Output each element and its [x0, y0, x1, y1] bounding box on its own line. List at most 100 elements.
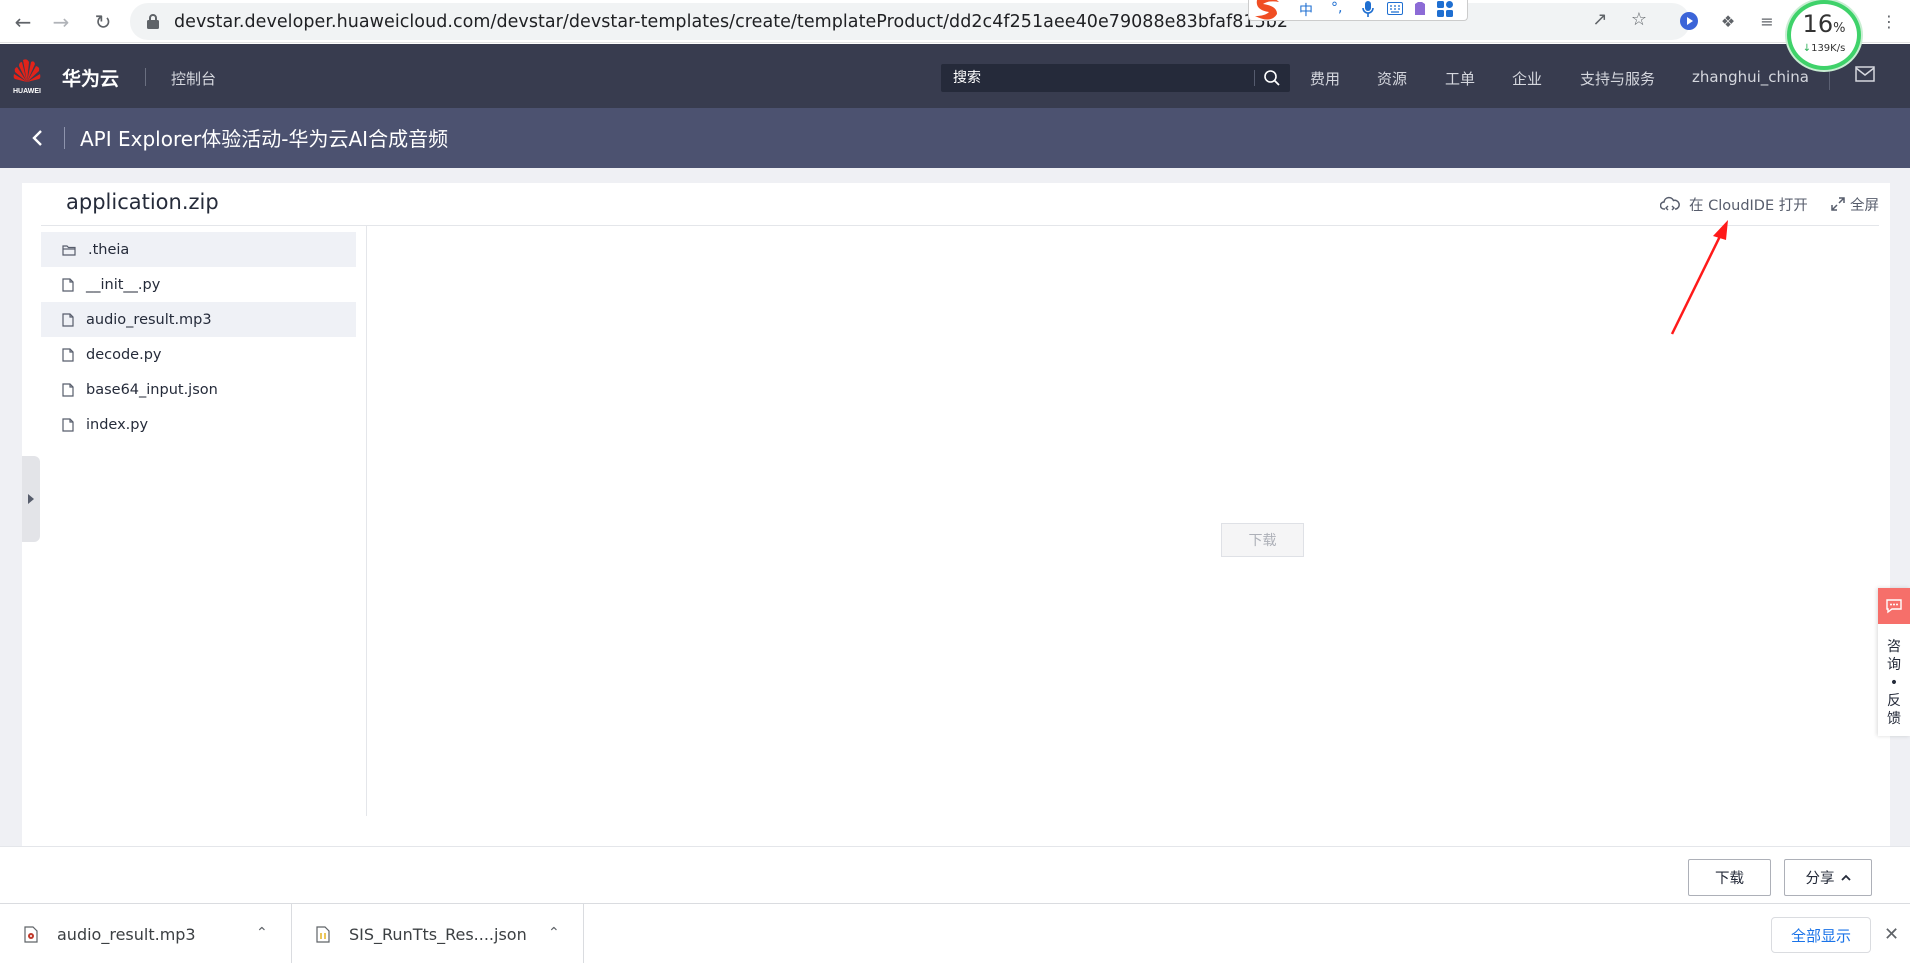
feedback-label[interactable]: 咨 询 • 反 馈: [1878, 638, 1910, 728]
json-file-icon: [316, 926, 330, 943]
file-icon: [62, 277, 74, 292]
folder-item-theia[interactable]: .theia: [41, 232, 356, 267]
back-arrow-icon[interactable]: ←: [10, 9, 36, 35]
browser-toolbar: ← → ↻ devstar.developer.huaweicloud.com/…: [0, 0, 1910, 43]
preview-download-button[interactable]: 下载: [1221, 523, 1304, 557]
open-in-cloudide-label: 在 CloudIDE 打开: [1689, 197, 1808, 214]
file-icon: [62, 417, 74, 432]
reading-list-icon[interactable]: ≡: [1756, 10, 1778, 32]
nav-link-fees[interactable]: 费用: [1310, 68, 1340, 89]
keyboard-icon[interactable]: [1387, 2, 1403, 16]
download-arrow-icon: ↓: [1802, 43, 1812, 54]
svg-text:HUAWEI: HUAWEI: [13, 88, 41, 95]
download-file-name: SIS_RunTts_Res....json: [349, 925, 527, 944]
file-tree: .theia __init__.py audio_result.mp3 deco…: [41, 232, 356, 442]
skin-icon[interactable]: [1412, 1, 1428, 17]
site-header: HUAWEI 华为云 控制台 费用 资源 工单 企业 支持与服务 zhanghu…: [0, 44, 1910, 108]
file-item[interactable]: index.py: [41, 407, 356, 442]
caret-right-icon: [28, 494, 34, 504]
ime-lang[interactable]: 中: [1299, 0, 1313, 20]
cloud-code-icon: [1660, 196, 1680, 211]
header-divider: [145, 68, 146, 86]
audio-file-icon: [24, 926, 38, 943]
user-menu[interactable]: zhanghui_china: [1692, 68, 1809, 86]
speed-unit: %: [1833, 21, 1846, 36]
sogou-logo-icon: [1255, 0, 1279, 20]
tree-divider: [366, 226, 367, 816]
title-divider: [64, 127, 65, 149]
share-page-icon[interactable]: ↗: [1589, 8, 1611, 30]
search-input[interactable]: [941, 64, 1254, 92]
share-button[interactable]: 分享: [1784, 859, 1872, 896]
action-bar: 下载 分享: [0, 846, 1910, 903]
open-in-cloudide-button[interactable]: 在 CloudIDE 打开: [1660, 193, 1808, 215]
url-text[interactable]: devstar.developer.huaweicloud.com/devsta…: [174, 12, 1288, 32]
bookmark-star-icon[interactable]: ☆: [1628, 8, 1650, 30]
lock-icon: [147, 14, 159, 29]
search-icon[interactable]: [1263, 69, 1281, 87]
nav-link-resources[interactable]: 资源: [1377, 68, 1407, 89]
reload-icon[interactable]: ↻: [90, 9, 116, 35]
file-name: base64_input.json: [86, 381, 218, 398]
download-item[interactable]: audio_result.mp3 ⌃: [0, 904, 292, 963]
back-chevron-icon[interactable]: [28, 128, 48, 148]
file-name: decode.py: [86, 346, 162, 363]
brand-name[interactable]: 华为云: [62, 64, 119, 91]
file-name: .theia: [88, 241, 130, 258]
panel-divider: [41, 225, 1879, 226]
search-divider: [1254, 70, 1255, 86]
file-item[interactable]: __init__.py: [41, 267, 356, 302]
page-title-bar: API Explorer体验活动-华为云AI合成音频: [0, 108, 1910, 168]
grid-apps-icon[interactable]: [1437, 1, 1453, 17]
network-speed-meter: 16% ↓139K/s: [1787, 0, 1861, 70]
feedback-char: 咨: [1887, 639, 1901, 655]
speed-percent: 16: [1802, 10, 1834, 38]
file-item[interactable]: audio_result.mp3: [41, 302, 356, 337]
file-name: index.py: [86, 416, 149, 433]
mail-icon[interactable]: [1855, 66, 1875, 82]
file-name: __init__.py: [86, 276, 161, 293]
console-link[interactable]: 控制台: [171, 68, 216, 89]
chevron-up-icon[interactable]: ⌃: [256, 925, 268, 941]
extensions-puzzle-icon[interactable]: ❖: [1717, 10, 1739, 32]
chevron-up-icon: [1840, 874, 1851, 881]
download-shelf: audio_result.mp3 ⌃ SIS_RunTts_Res....jso…: [0, 903, 1910, 963]
sidebar-toggle[interactable]: [22, 456, 40, 542]
huawei-logo-icon[interactable]: HUAWEI: [10, 56, 44, 96]
download-button[interactable]: 下载: [1688, 859, 1771, 896]
chevron-up-icon[interactable]: ⌃: [548, 925, 560, 941]
nav-link-enterprise[interactable]: 企业: [1512, 68, 1542, 89]
ime-toolbar: 中 °,: [1248, 0, 1468, 21]
nav-link-tickets[interactable]: 工单: [1445, 68, 1475, 89]
microphone-icon[interactable]: [1361, 1, 1375, 17]
nav-link-support[interactable]: 支持与服务: [1580, 68, 1655, 89]
feedback-char: 馈: [1887, 711, 1901, 727]
expand-icon: [1831, 197, 1845, 211]
close-icon[interactable]: ✕: [1884, 924, 1899, 945]
file-icon: [62, 312, 74, 327]
folder-icon: [62, 244, 76, 256]
file-item[interactable]: decode.py: [41, 337, 356, 372]
download-file-name: audio_result.mp3: [57, 925, 196, 944]
fullscreen-label: 全屏: [1850, 197, 1879, 214]
search-box: [941, 64, 1290, 92]
feedback-char: •: [1889, 675, 1899, 691]
feedback-widget[interactable]: 咨 询 • 反 馈: [1878, 588, 1910, 736]
browser-menu-icon[interactable]: ⋮: [1878, 10, 1900, 32]
ime-punct[interactable]: °,: [1331, 0, 1342, 16]
forward-arrow-icon[interactable]: →: [48, 9, 74, 35]
fullscreen-button[interactable]: 全屏: [1831, 193, 1879, 215]
feedback-char: 询: [1887, 657, 1901, 673]
chat-bubble-icon[interactable]: [1878, 588, 1910, 624]
file-icon: [62, 382, 74, 397]
archive-name: application.zip: [66, 190, 219, 214]
red-annotation-arrow-icon: [1670, 220, 1728, 335]
file-item[interactable]: base64_input.json: [41, 372, 356, 407]
share-label: 分享: [1805, 871, 1835, 887]
media-play-icon[interactable]: [1678, 10, 1700, 32]
file-name: audio_result.mp3: [86, 311, 212, 328]
speed-rate: 139K/s: [1811, 43, 1846, 54]
show-all-downloads-button[interactable]: 全部显示: [1771, 917, 1871, 953]
download-item[interactable]: SIS_RunTts_Res....json ⌃: [292, 904, 584, 963]
file-icon: [62, 347, 74, 362]
